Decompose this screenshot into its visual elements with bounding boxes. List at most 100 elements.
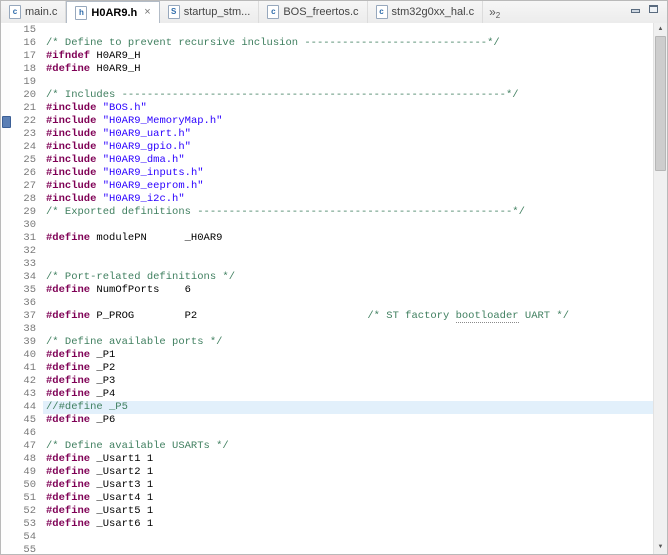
code-text: #include "BOS.h" bbox=[43, 102, 654, 115]
code-line[interactable]: 51#define _Usart4 1 bbox=[1, 492, 654, 505]
tab-startup_stm...[interactable]: Sstartup_stm... bbox=[160, 1, 260, 23]
code-line[interactable]: 17#ifndef H0AR9_H bbox=[1, 50, 654, 63]
code-text: #include "H0AR9_MemoryMap.h" bbox=[43, 115, 654, 128]
code-line[interactable]: 45#define _P6 bbox=[1, 414, 654, 427]
code-line[interactable]: 31#define modulePN _H0AR9 bbox=[1, 232, 654, 245]
code-line[interactable]: 49#define _Usart2 1 bbox=[1, 466, 654, 479]
code-line[interactable]: 18#define H0AR9_H bbox=[1, 63, 654, 76]
code-line[interactable]: 32 bbox=[1, 245, 654, 258]
annotation-ruler bbox=[1, 427, 10, 440]
code-line[interactable]: 28#include "H0AR9_i2c.h" bbox=[1, 193, 654, 206]
code-text: /* Define to prevent recursive inclusion… bbox=[43, 37, 654, 50]
code-line[interactable]: 36 bbox=[1, 297, 654, 310]
annotation-ruler bbox=[1, 128, 10, 141]
tab-label: H0AR9.h bbox=[91, 7, 137, 19]
code-line[interactable]: 25#include "H0AR9_dma.h" bbox=[1, 154, 654, 167]
minimize-icon[interactable] bbox=[630, 4, 641, 15]
code-text: #define H0AR9_H bbox=[43, 63, 654, 76]
code-text: /* Define available USARTs */ bbox=[43, 440, 654, 453]
code-line[interactable]: 44//#define _P5 bbox=[1, 401, 654, 414]
annotation-ruler bbox=[1, 167, 10, 180]
annotation-ruler bbox=[1, 323, 10, 336]
tab-close-icon[interactable]: × bbox=[144, 7, 150, 18]
vertical-scrollbar[interactable]: ▲ ▼ bbox=[653, 23, 667, 554]
annotation-ruler bbox=[1, 180, 10, 193]
code-line[interactable]: 24#include "H0AR9_gpio.h" bbox=[1, 141, 654, 154]
code-text bbox=[43, 258, 654, 271]
scrollbar-up-icon[interactable]: ▲ bbox=[654, 23, 667, 35]
code-line[interactable]: 15 bbox=[1, 24, 654, 37]
code-line[interactable]: 53#define _Usart6 1 bbox=[1, 518, 654, 531]
code-text: #include "H0AR9_inputs.h" bbox=[43, 167, 654, 180]
code-line[interactable]: 27#include "H0AR9_eeprom.h" bbox=[1, 180, 654, 193]
annotation-ruler bbox=[1, 102, 10, 115]
scrollbar-thumb[interactable] bbox=[655, 36, 666, 171]
code-line[interactable]: 33 bbox=[1, 258, 654, 271]
line-number: 21 bbox=[10, 102, 43, 115]
code-line[interactable]: 43#define _P4 bbox=[1, 388, 654, 401]
code-line[interactable]: 19 bbox=[1, 76, 654, 89]
annotation-ruler bbox=[1, 453, 10, 466]
code-text: #define _P6 bbox=[43, 414, 654, 427]
code-text bbox=[43, 297, 654, 310]
code-text: #define _Usart2 1 bbox=[43, 466, 654, 479]
code-line[interactable]: 48#define _Usart1 1 bbox=[1, 453, 654, 466]
code-line[interactable]: 54 bbox=[1, 531, 654, 544]
code-text: #define _Usart1 1 bbox=[43, 453, 654, 466]
code-line[interactable]: 40#define _P1 bbox=[1, 349, 654, 362]
line-number: 30 bbox=[10, 219, 43, 232]
code-line[interactable]: 50#define _Usart3 1 bbox=[1, 479, 654, 492]
code-line[interactable]: 29/* Exported definitions --------------… bbox=[1, 206, 654, 219]
c-file-icon: c bbox=[376, 5, 388, 19]
code-text bbox=[43, 76, 654, 89]
code-line[interactable]: 20/* Includes --------------------------… bbox=[1, 89, 654, 102]
code-line[interactable]: 55 bbox=[1, 544, 654, 554]
code-line[interactable]: 35#define NumOfPorts 6 bbox=[1, 284, 654, 297]
code-line[interactable]: 26#include "H0AR9_inputs.h" bbox=[1, 167, 654, 180]
code-line[interactable]: 23#include "H0AR9_uart.h" bbox=[1, 128, 654, 141]
tab-H0AR9.h[interactable]: hH0AR9.h× bbox=[66, 1, 159, 24]
code-line[interactable]: 16/* Define to prevent recursive inclusi… bbox=[1, 37, 654, 50]
code-line[interactable]: 30 bbox=[1, 219, 654, 232]
line-number: 18 bbox=[10, 63, 43, 76]
code-line[interactable]: 52#define _Usart5 1 bbox=[1, 505, 654, 518]
annotation-ruler bbox=[1, 362, 10, 375]
code-line[interactable]: 38 bbox=[1, 323, 654, 336]
line-number: 37 bbox=[10, 310, 43, 323]
code-text: /* Exported definitions ----------------… bbox=[43, 206, 654, 219]
annotation-ruler bbox=[1, 440, 10, 453]
line-marker-icon bbox=[2, 116, 11, 128]
annotation-ruler bbox=[1, 531, 10, 544]
code-line[interactable]: 47/* Define available USARTs */ bbox=[1, 440, 654, 453]
code-text: #include "H0AR9_i2c.h" bbox=[43, 193, 654, 206]
tab-main.c[interactable]: cmain.c bbox=[1, 1, 66, 23]
line-number: 19 bbox=[10, 76, 43, 89]
code-line[interactable]: 39/* Define available ports */ bbox=[1, 336, 654, 349]
annotation-ruler bbox=[1, 284, 10, 297]
scrollbar-down-icon[interactable]: ▼ bbox=[654, 541, 667, 553]
code-area[interactable]: 1516/* Define to prevent recursive inclu… bbox=[1, 24, 654, 554]
annotation-ruler bbox=[1, 388, 10, 401]
code-line[interactable]: 42#define _P3 bbox=[1, 375, 654, 388]
code-line[interactable]: 22#include "H0AR9_MemoryMap.h" bbox=[1, 115, 654, 128]
code-text: #define NumOfPorts 6 bbox=[43, 284, 654, 297]
code-line[interactable]: 37#define P_PROG P2 /* ST factory bootlo… bbox=[1, 310, 654, 323]
maximize-icon[interactable] bbox=[648, 4, 659, 15]
tab-overflow-chevron[interactable]: »2 bbox=[489, 1, 500, 23]
code-line[interactable]: 41#define _P2 bbox=[1, 362, 654, 375]
tab-BOS_freertos.c[interactable]: cBOS_freertos.c bbox=[259, 1, 367, 23]
line-number: 48 bbox=[10, 453, 43, 466]
code-text: #define _Usart5 1 bbox=[43, 505, 654, 518]
line-number: 49 bbox=[10, 466, 43, 479]
tab-stm32g0xx_hal.c[interactable]: cstm32g0xx_hal.c bbox=[368, 1, 484, 23]
annotation-ruler bbox=[1, 414, 10, 427]
editor-pane: 1516/* Define to prevent recursive inclu… bbox=[1, 23, 667, 554]
line-number: 41 bbox=[10, 362, 43, 375]
code-line[interactable]: 21#include "BOS.h" bbox=[1, 102, 654, 115]
code-line[interactable]: 46 bbox=[1, 427, 654, 440]
code-text: #define _Usart4 1 bbox=[43, 492, 654, 505]
c-file-icon: c bbox=[267, 5, 279, 19]
code-text: #include "H0AR9_gpio.h" bbox=[43, 141, 654, 154]
line-number: 29 bbox=[10, 206, 43, 219]
code-line[interactable]: 34/* Port-related definitions */ bbox=[1, 271, 654, 284]
